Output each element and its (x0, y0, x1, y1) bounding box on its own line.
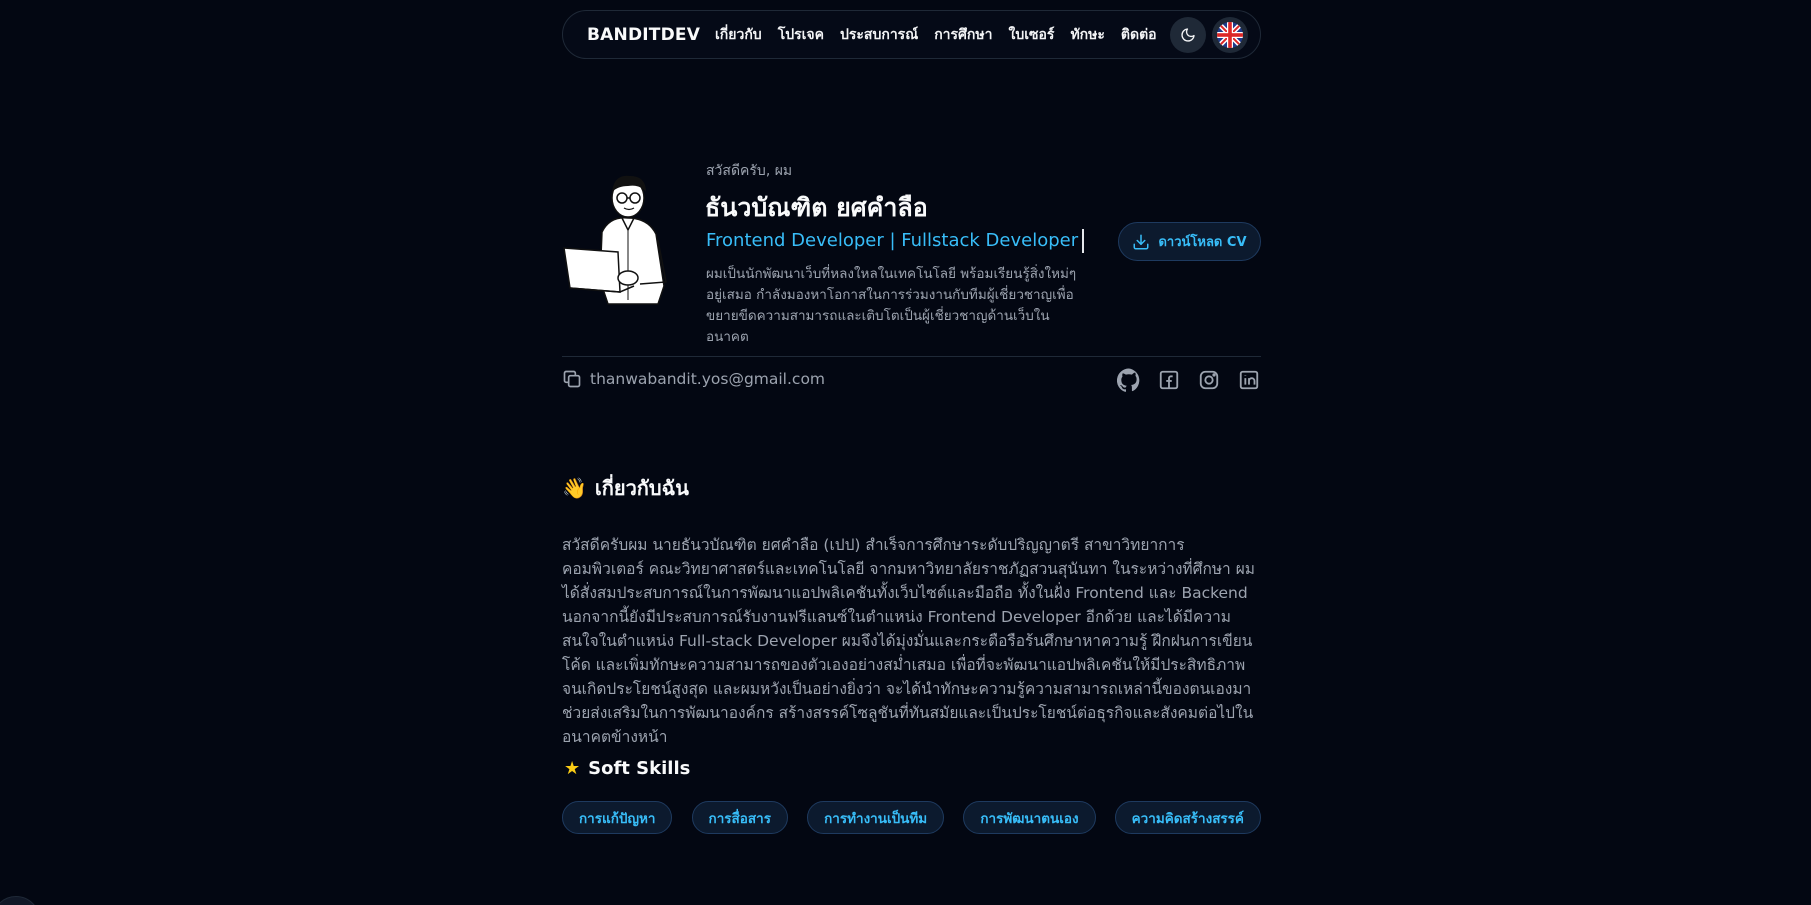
download-cv-button[interactable]: ดาวน์โหลด CV (1118, 222, 1261, 261)
copy-icon[interactable] (562, 369, 582, 389)
soft-skill-tag: การสื่อสาร (691, 801, 788, 834)
instagram-icon (1199, 370, 1219, 390)
nav-links: เกี่ยวกับ โปรเจค ประสบการณ์ การศึกษา ใบเ… (715, 24, 1157, 46)
star-icon: ★ (564, 758, 581, 779)
github-link[interactable] (1117, 368, 1141, 392)
navbar: BANDITDEV เกี่ยวกับ โปรเจค ประสบการณ์ กา… (562, 10, 1261, 59)
soft-skill-tag: การพัฒนาตนเอง (963, 801, 1096, 834)
soft-skills-title: ★ Soft Skills (564, 758, 690, 779)
brand-logo[interactable]: BANDITDEV (587, 25, 705, 45)
nav-link-about[interactable]: เกี่ยวกับ (715, 24, 762, 46)
waving-hand-icon: 👋 (562, 476, 587, 500)
download-cv-label: ดาวน์โหลด CV (1158, 235, 1247, 250)
about-title-text: เกี่ยวกับฉัน (594, 476, 689, 500)
hero-role-typewriter: Frontend Developer | Fullstack Developer (706, 229, 1085, 253)
instagram-link[interactable] (1197, 368, 1221, 392)
theme-toggle-button[interactable] (1170, 16, 1206, 53)
social-links (1117, 368, 1261, 392)
soft-skills-title-text: Soft Skills (588, 758, 691, 779)
soft-skills-list: การแก้ปัญหา การสื่อสาร การทำงานเป็นทีม ก… (562, 801, 1261, 834)
language-toggle-button[interactable] (1212, 16, 1248, 53)
portfolio-page: BANDITDEV เกี่ยวกับ โปรเจค ประสบการณ์ กา… (0, 0, 1811, 905)
nav-actions (1170, 16, 1248, 53)
soft-skill-tag: การทำงานเป็นทีม (807, 801, 945, 834)
facebook-icon (1159, 370, 1179, 390)
soft-skill-tag: ความคิดสร้างสรรค์ (1114, 801, 1261, 834)
nav-link-contact[interactable]: ติดต่อ (1121, 24, 1157, 46)
uk-flag-icon (1217, 21, 1243, 48)
nav-link-education[interactable]: การศึกษา (934, 24, 992, 46)
linkedin-link[interactable] (1237, 368, 1261, 392)
hero-bio: ผมเป็นนักพัฒนาเว็บที่หลงใหลในเทคโนโลยี พ… (706, 266, 1077, 345)
email-copy[interactable]: thanwabandit.yos@gmail.com (562, 369, 825, 389)
soft-skill-tag: การแก้ปัญหา (562, 801, 673, 834)
hero-greeting: สวัสดีครับ, ผม (706, 163, 793, 179)
hero-name: ธันวบัณฑิต ยศคำลือ (705, 193, 928, 222)
facebook-link[interactable] (1157, 368, 1181, 392)
nav-link-experience[interactable]: ประสบการณ์ (840, 24, 918, 46)
github-icon (1117, 368, 1140, 392)
moon-icon (1181, 27, 1195, 42)
divider (562, 356, 1261, 357)
linkedin-icon (1239, 370, 1259, 390)
download-icon (1133, 234, 1149, 249)
nav-link-certificates[interactable]: ใบเซอร์ (1009, 24, 1055, 46)
about-section-title: 👋 เกี่ยวกับฉัน (562, 472, 689, 504)
floating-corner-button[interactable] (0, 896, 40, 905)
nav-link-projects[interactable]: โปรเจค (778, 24, 824, 46)
developer-avatar-illustration (563, 175, 667, 305)
about-paragraph: สวัสดีครับผม นายธันวบัณฑิต ยศคำลือ (เปป)… (562, 536, 1255, 746)
nav-link-skills[interactable]: ทักษะ (1070, 24, 1104, 46)
email-address[interactable]: thanwabandit.yos@gmail.com (590, 370, 825, 388)
